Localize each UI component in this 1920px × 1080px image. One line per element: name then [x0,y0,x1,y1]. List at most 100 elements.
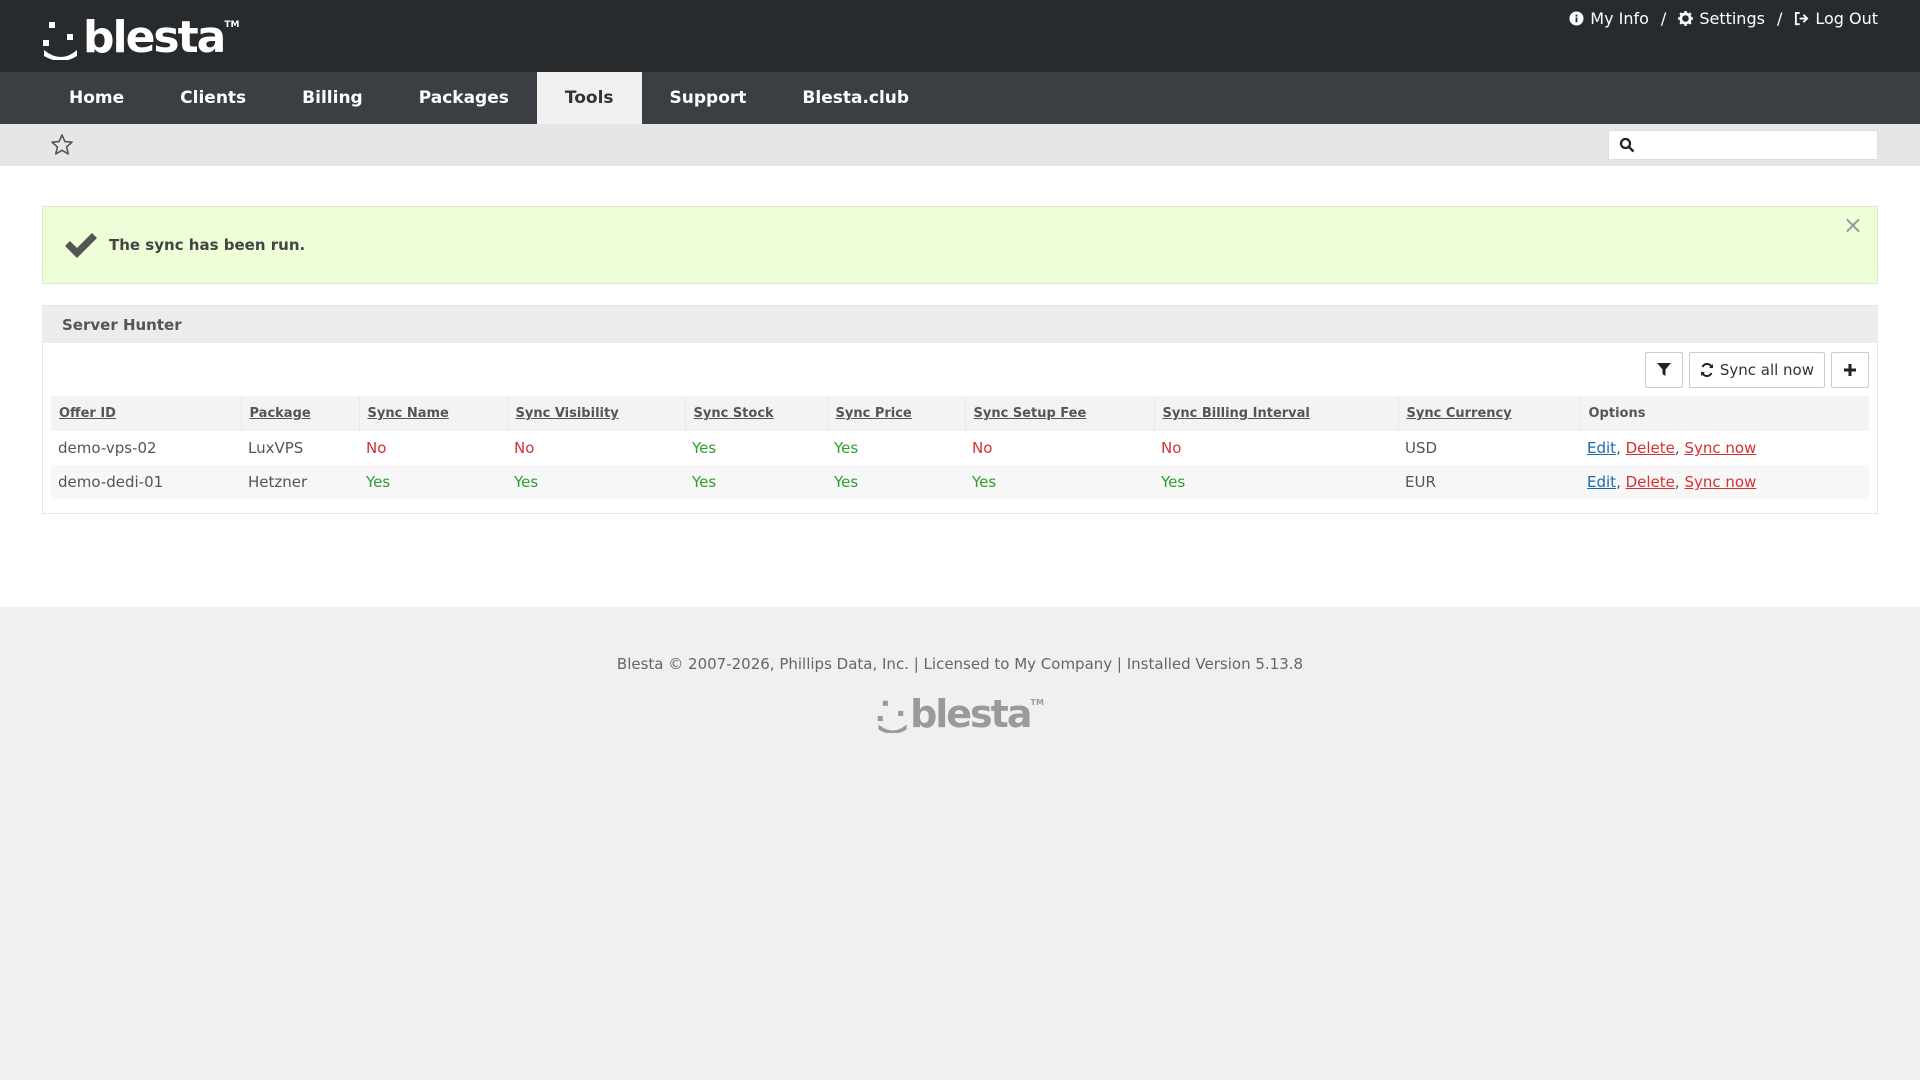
panel-toolbar: Sync all now [43,343,1877,396]
sort-sync-currency[interactable]: Sync Currency [1407,406,1512,421]
settings-link[interactable]: Settings [1678,9,1765,28]
search-icon [1619,137,1635,153]
sort-sync-price[interactable]: Sync Price [836,406,912,421]
sort-package[interactable]: Package [250,406,311,421]
cell-sync-stock: Yes [692,439,717,457]
comma: , [1616,473,1626,491]
alert-message: The sync has been run. [109,236,306,254]
sort-sync-visibility[interactable]: Sync Visibility [516,406,619,421]
blesta-smile-icon [877,700,907,733]
logout-link[interactable]: Log Out [1794,9,1878,28]
filter-icon [1656,363,1671,376]
cell-package: LuxVPS [248,439,304,457]
footer: Blesta © 2007-2026, Phillips Data, Inc. … [0,607,1920,737]
settings-label: Settings [1699,9,1765,28]
cell-sync-price: Yes [834,473,859,491]
server-hunter-panel: Server Hunter Sync all now Offer ID Pack… [42,305,1878,514]
search-input[interactable] [1641,132,1877,158]
panel-title: Server Hunter [43,306,1877,343]
sync-now-link[interactable]: Sync now [1684,473,1756,491]
plus-icon [1844,364,1856,376]
sort-offer-id[interactable]: Offer ID [59,406,116,421]
offers-table: Offer ID Package Sync Name Sync Visibili… [51,396,1869,499]
success-alert: The sync has been run. × [42,206,1878,284]
sort-sync-stock[interactable]: Sync Stock [694,406,774,421]
col-sync-billing-interval[interactable]: Sync Billing Interval [1153,396,1398,431]
col-sync-name[interactable]: Sync Name [358,396,507,431]
blesta-logo[interactable]: blesta TM [41,16,239,60]
col-offer-id[interactable]: Offer ID [51,396,241,431]
checkmark-icon [65,233,97,258]
cell-sync-currency: EUR [1405,473,1436,491]
main-nav: Home Clients Billing Packages Tools Supp… [0,72,1920,124]
cell-sync-name: Yes [366,473,391,491]
sign-out-icon [1795,11,1809,26]
nav-home[interactable]: Home [41,72,152,124]
cell-options: Edit, Delete, Sync now [1580,465,1869,499]
info-icon [1569,11,1584,26]
separator: / [1776,9,1783,28]
nav-support[interactable]: Support [642,72,775,124]
cell-options: Edit, Delete, Sync now [1580,431,1869,465]
separator: / [1660,9,1667,28]
nav-clients[interactable]: Clients [152,72,274,124]
main-content: The sync has been run. × Server Hunter S… [0,166,1920,607]
nav-tools[interactable]: Tools [536,72,642,124]
nav-billing[interactable]: Billing [274,72,391,124]
sub-toolbar [0,124,1920,166]
edit-link[interactable]: Edit [1587,439,1616,457]
footer-brand-tm: TM [1030,698,1044,707]
col-options: Options [1579,396,1869,431]
footer-brand-name: blesta [910,692,1032,736]
nav-blesta-club[interactable]: Blesta.club [774,72,937,124]
my-info-link[interactable]: My Info [1569,9,1649,28]
sort-sync-billing-interval[interactable]: Sync Billing Interval [1163,406,1310,421]
cell-sync-visibility: No [514,439,535,457]
my-info-label: My Info [1590,9,1649,28]
nav-packages[interactable]: Packages [391,72,537,124]
add-button[interactable] [1831,352,1869,388]
col-package[interactable]: Package [240,396,359,431]
edit-link[interactable]: Edit [1587,473,1616,491]
footer-logo[interactable]: blesta TM [876,695,1044,733]
cell-package: Hetzner [248,473,308,491]
account-links: My Info / Settings / Log Out [1569,9,1878,28]
cell-sync-setup-fee: No [972,439,993,457]
cell-sync-name: No [366,439,387,457]
cell-sync-price: Yes [834,439,859,457]
cell-sync-billing-interval: No [1161,439,1182,457]
blesta-smile-icon [43,22,77,60]
col-sync-visibility[interactable]: Sync Visibility [506,396,685,431]
col-sync-currency[interactable]: Sync Currency [1397,396,1580,431]
col-sync-stock[interactable]: Sync Stock [684,396,827,431]
col-sync-setup-fee[interactable]: Sync Setup Fee [964,396,1154,431]
table-header-row: Offer ID Package Sync Name Sync Visibili… [51,396,1869,431]
delete-link[interactable]: Delete [1626,473,1675,491]
cell-sync-setup-fee: Yes [972,473,997,491]
sync-all-label: Sync all now [1719,361,1814,379]
comma: , [1616,439,1626,457]
cell-sync-visibility: Yes [514,473,539,491]
sync-all-button[interactable]: Sync all now [1688,352,1825,388]
close-icon[interactable]: × [1843,213,1863,237]
star-icon[interactable] [50,133,74,157]
cell-sync-billing-interval: Yes [1161,473,1186,491]
col-sync-price[interactable]: Sync Price [826,396,965,431]
refresh-icon [1700,363,1713,377]
table-row: demo-dedi-01 Hetzner Yes Yes Yes Yes Yes… [51,465,1869,499]
footer-text: Blesta © 2007-2026, Phillips Data, Inc. … [616,655,1304,673]
search-box [1608,130,1878,160]
cell-sync-currency: USD [1405,439,1438,457]
gear-icon [1678,11,1694,26]
brand-name: blesta [83,12,226,63]
cell-sync-stock: Yes [692,473,717,491]
sort-sync-setup-fee[interactable]: Sync Setup Fee [974,406,1087,421]
filter-button[interactable] [1644,352,1683,388]
cell-offer-id: demo-vps-02 [58,439,157,457]
delete-link[interactable]: Delete [1626,439,1675,457]
sync-now-link[interactable]: Sync now [1684,439,1756,457]
logout-label: Log Out [1815,9,1878,28]
cell-offer-id: demo-dedi-01 [58,473,164,491]
sort-sync-name[interactable]: Sync Name [368,406,449,421]
top-header: blesta TM My Info / Settings / Log Out [0,0,1920,72]
